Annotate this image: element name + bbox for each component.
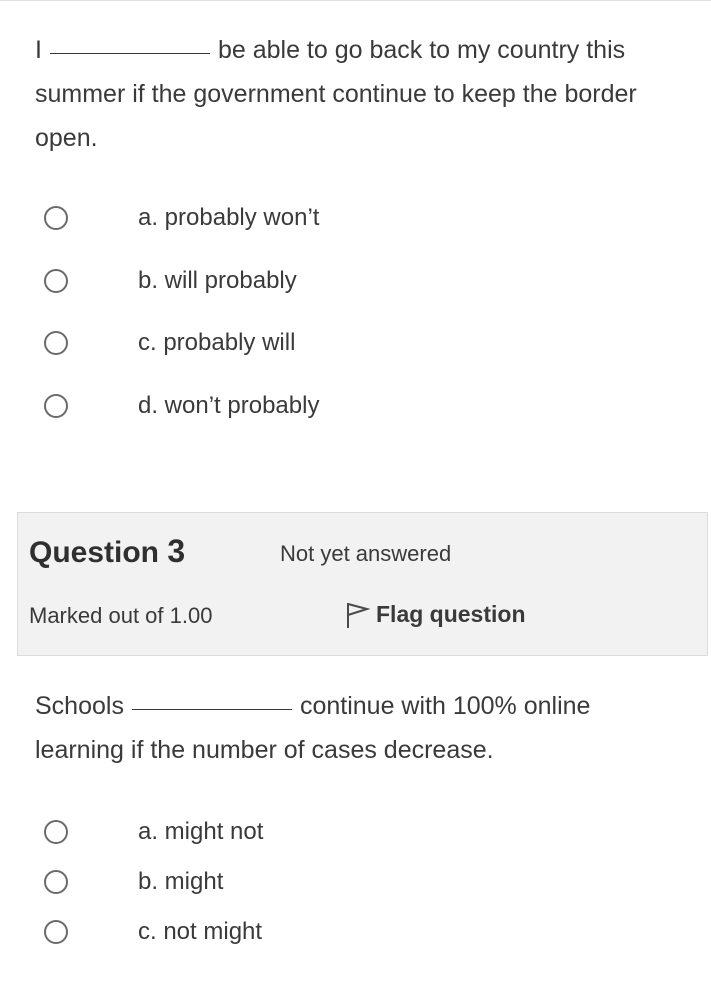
option-3a[interactable]: a. might not (44, 817, 263, 847)
option-label: c. probably will (138, 329, 296, 356)
option-label: b. will probably (138, 267, 297, 294)
flag-question-label: Flag question (376, 600, 526, 627)
question-number: 3 (167, 533, 186, 569)
top-divider (0, 0, 711, 1)
radio-button[interactable] (44, 820, 68, 844)
option-label: a. might not (138, 818, 264, 845)
option-2a[interactable]: a. probably won’t (44, 203, 319, 233)
option-2d[interactable]: d. won’t probably (44, 391, 319, 421)
question-2-text-start: I (35, 36, 42, 64)
flag-question-link[interactable]: Flag question (344, 599, 526, 629)
question-heading: Question 3 (29, 533, 185, 570)
radio-button[interactable] (44, 269, 68, 293)
radio-button[interactable] (44, 394, 68, 418)
answer-blank (49, 52, 210, 54)
option-2c[interactable]: c. probably will (44, 328, 295, 358)
option-3c[interactable]: c. not might (44, 917, 262, 947)
radio-button[interactable] (44, 206, 68, 230)
question-3-text-start: Schools (35, 692, 124, 720)
option-2b[interactable]: b. will probably (44, 266, 297, 296)
option-label: c. not might (138, 918, 263, 945)
question-status: Not yet answered (280, 541, 452, 566)
radio-button[interactable] (44, 920, 68, 944)
option-label: b. might (138, 868, 224, 895)
radio-button[interactable] (44, 870, 68, 894)
flag-icon (347, 603, 370, 628)
option-label: d. won’t probably (138, 392, 320, 419)
question-2-text: Ibe able to go back to my country this s… (35, 28, 685, 160)
option-label: a. probably won’t (138, 204, 320, 231)
question-marks: Marked out of 1.00 (29, 603, 213, 628)
question-3-info-panel: Question 3 Not yet answered Marked out o… (17, 512, 708, 656)
question-3-text: Schools continue with 100% online learnin… (35, 684, 685, 772)
option-3b[interactable]: b. might (44, 867, 223, 897)
radio-button[interactable] (44, 331, 68, 355)
question-heading-prefix: Question (29, 536, 168, 569)
answer-blank (131, 708, 292, 710)
